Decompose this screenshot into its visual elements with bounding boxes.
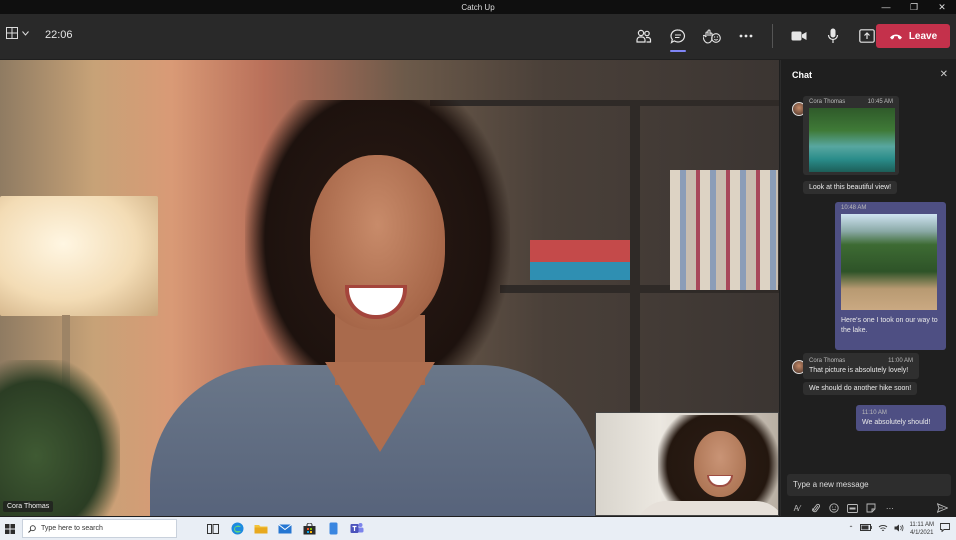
leave-label: Leave — [908, 30, 938, 42]
more-options-icon[interactable] — [732, 23, 760, 49]
clock-date: 4/1/2021 — [910, 529, 934, 536]
search-icon — [28, 524, 36, 533]
chat-message-text: We should do another hike soon! — [803, 382, 918, 395]
show-hidden-icons-icon[interactable]: ⌃ — [849, 525, 854, 532]
toolbar-actions — [630, 23, 881, 52]
message-time: 10:48 AM — [841, 205, 867, 211]
restore-icon[interactable]: ❐ — [900, 0, 928, 14]
self-view-shirt — [636, 501, 778, 515]
layout-button[interactable] — [6, 27, 29, 39]
store-icon[interactable] — [301, 521, 317, 537]
message-meta: 11:10 AM — [862, 408, 940, 418]
camera-icon[interactable] — [785, 23, 813, 49]
edge-browser-icon[interactable] — [229, 521, 245, 537]
file-explorer-icon[interactable] — [253, 521, 269, 537]
chat-message-text: Look at this beautiful view! — [803, 181, 898, 194]
message-meta: 10:48 AM — [841, 205, 940, 211]
self-view-video[interactable] — [595, 412, 779, 516]
shared-photo-trail[interactable] — [841, 214, 937, 310]
system-tray: ⌃ 11:11 AM 4/1/2021 — [849, 517, 951, 540]
send-icon[interactable] — [936, 501, 950, 515]
battery-icon[interactable] — [859, 524, 872, 533]
own-chat-message: 11:10 AM We absolutely should! — [856, 405, 946, 431]
message-text: Look at this beautiful view! — [809, 184, 892, 191]
taskbar-search-box[interactable]: Type here to search — [22, 519, 177, 538]
meeting-toolbar: 22:06 Leave — [0, 14, 956, 59]
network-icon[interactable] — [878, 524, 888, 534]
taskbar-clock[interactable]: 11:11 AM 4/1/2021 — [910, 521, 934, 537]
search-placeholder: Type here to search — [41, 525, 103, 532]
chat-icon[interactable] — [664, 23, 692, 52]
teams-meeting-window: Catch Up — ❐ ✕ 22:06 Leave Cora Thomas C… — [0, 0, 956, 540]
grid-layout-icon — [6, 27, 18, 39]
message-sender: Cora Thomas — [809, 99, 846, 105]
message-meta: Cora Thomas 10:45 AM — [809, 99, 893, 105]
message-text: That picture is absolutely lovely! — [809, 367, 909, 374]
close-window-icon[interactable]: ✕ — [928, 0, 956, 14]
teams-app-icon[interactable] — [349, 521, 365, 537]
reactions-icon[interactable] — [698, 23, 726, 49]
message-compose-box[interactable]: Type a new message — [787, 474, 951, 496]
people-icon[interactable] — [630, 23, 658, 49]
background-books — [670, 170, 778, 290]
self-view-face — [694, 431, 746, 497]
taskbar-apps — [205, 521, 365, 537]
title-bar: Catch Up — ❐ ✕ — [0, 0, 956, 14]
message-text: We should do another hike soon! — [809, 385, 912, 392]
background-lamp — [0, 196, 158, 316]
background-plant — [0, 360, 120, 516]
mail-icon[interactable] — [277, 521, 293, 537]
chat-message: Cora Thomas 11:00 AM That picture is abs… — [803, 353, 919, 379]
message-text: We absolutely should! — [862, 419, 931, 426]
meeting-timer: 22:06 — [45, 29, 73, 41]
toolbar-divider — [772, 24, 773, 48]
window-title: Catch Up — [461, 2, 495, 12]
task-view-icon[interactable] — [205, 521, 221, 537]
notifications-icon[interactable] — [940, 523, 950, 534]
windows-start-icon[interactable] — [0, 517, 20, 540]
close-chat-icon[interactable]: ✕ — [940, 69, 948, 80]
own-chat-message: 10:48 AM Here's one I took on our way to… — [835, 202, 946, 350]
message-time: 11:10 AM — [862, 410, 887, 416]
message-time: 10:45 AM — [867, 99, 893, 105]
more-compose-icon[interactable]: ⋯ — [883, 501, 897, 515]
clock-time: 11:11 AM — [909, 521, 934, 528]
microphone-icon[interactable] — [819, 23, 847, 49]
message-sender: Cora Thomas — [809, 358, 846, 364]
message-text: Here's one I took on our way to the lake… — [841, 317, 938, 334]
volume-icon[interactable] — [894, 524, 904, 534]
minimize-icon[interactable]: — — [872, 0, 900, 14]
gif-icon[interactable] — [846, 501, 860, 515]
chat-panel: Chat ✕ Cora Thomas 10:45 AM Look at this… — [780, 60, 956, 516]
window-controls: — ❐ ✕ — [872, 0, 956, 14]
hang-up-icon — [889, 34, 902, 39]
emoji-icon[interactable] — [827, 501, 841, 515]
chat-message: Cora Thomas 10:45 AM — [803, 96, 899, 175]
phone-app-icon[interactable] — [325, 521, 341, 537]
compose-toolbar: A⁄ ⋯ — [790, 501, 950, 515]
chevron-down-icon — [22, 30, 29, 36]
message-time: 11:00 AM — [888, 358, 913, 364]
windows-taskbar: Type here to search ⌃ 11:11 AM 4/1/2021 — [0, 517, 956, 540]
shared-photo-lake[interactable] — [809, 108, 895, 172]
attach-icon[interactable] — [809, 501, 823, 515]
participant-name-tag: Cora Thomas — [3, 501, 54, 512]
leave-button[interactable]: Leave — [876, 24, 950, 48]
sticker-icon[interactable] — [864, 501, 878, 515]
message-meta: Cora Thomas 11:00 AM — [809, 356, 913, 366]
format-icon[interactable]: A⁄ — [790, 501, 804, 515]
chat-header-title: Chat — [792, 70, 812, 80]
compose-spacer — [901, 501, 931, 515]
participant-video — [150, 100, 600, 516]
